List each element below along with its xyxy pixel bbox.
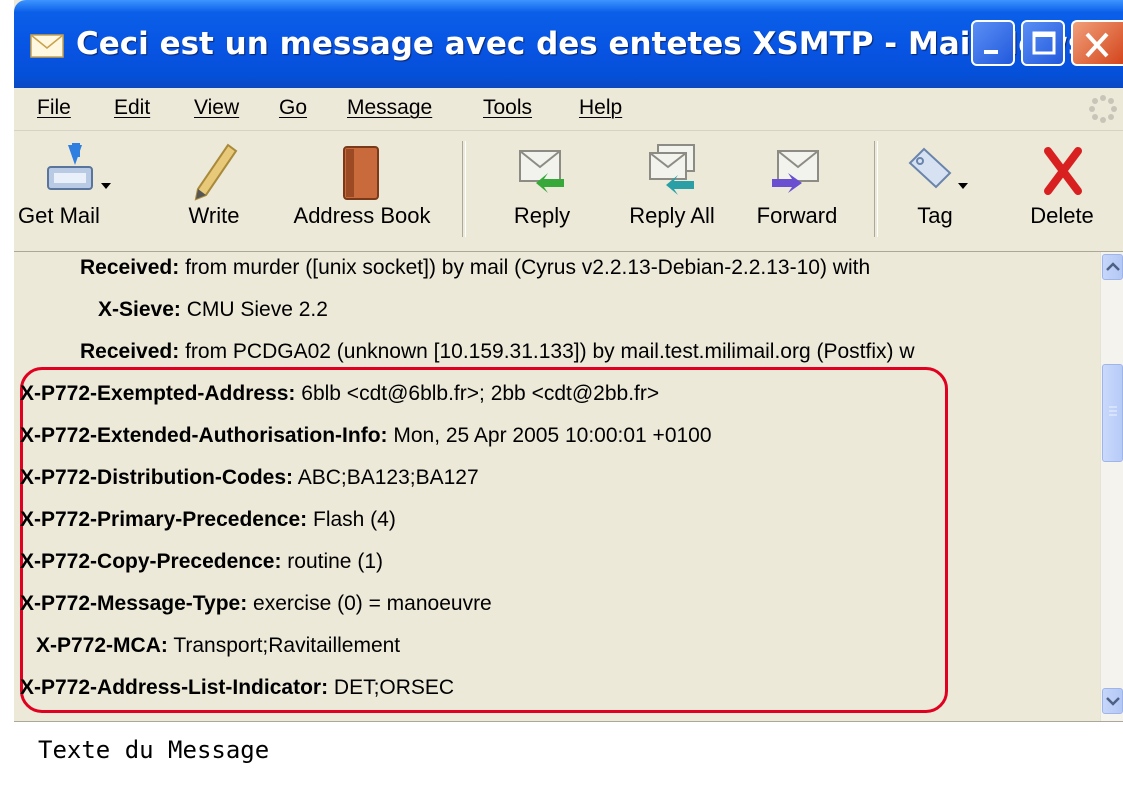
get-mail-icon	[47, 143, 93, 190]
delete-label: Delete	[1030, 203, 1094, 228]
reply-all-button[interactable]: Reply All	[612, 131, 732, 251]
header-value: routine (1)	[287, 550, 383, 573]
address-book-button[interactable]: Address Book	[282, 131, 442, 251]
headers-scrollbar[interactable]	[1100, 252, 1123, 721]
toolbar: Get Mail Write Address Book Reply Reply …	[14, 131, 1123, 252]
left-edge	[0, 0, 14, 785]
reply-button[interactable]: Reply	[492, 131, 592, 251]
header-value: Transport;Ravitaillement	[173, 634, 401, 657]
chevron-up-icon	[1106, 262, 1120, 271]
menu-tools[interactable]: Tools	[483, 96, 532, 120]
menu-edit[interactable]: Edit	[114, 96, 150, 120]
header-value: exercise (0) = manoeuvre	[253, 592, 492, 615]
pencil-icon	[194, 143, 238, 201]
grip-icon	[1109, 406, 1117, 416]
tag-button[interactable]: Tag	[890, 131, 980, 251]
delete-icon	[1044, 147, 1082, 195]
header-name: Received:	[80, 340, 180, 363]
mail-window: Ceci est un message avec des entetes XSM…	[14, 0, 1123, 785]
header-name: X-P772-Extended-Authorisation-Info:	[20, 424, 388, 447]
header-row: X-P772-Exempted-Address: 6blb <cdt@6blb.…	[20, 382, 659, 406]
scroll-thumb[interactable]	[1102, 364, 1123, 462]
maximize-icon	[1032, 31, 1056, 55]
forward-icon	[772, 150, 819, 193]
header-name: X-P772-Primary-Precedence:	[20, 508, 308, 531]
header-name: X-P772-Distribution-Codes:	[20, 466, 294, 489]
close-icon	[1085, 32, 1109, 58]
header-name: Received:	[80, 256, 180, 279]
header-value: from murder ([unix socket]) by mail (Cyr…	[185, 256, 871, 279]
chevron-down-icon	[1106, 697, 1120, 706]
envelope-icon	[30, 34, 64, 58]
header-row: X-P772-Extended-Authorisation-Info: Mon,…	[20, 424, 712, 448]
minimize-icon	[984, 50, 998, 54]
header-row: X-P772-Address-List-Indicator: DET;ORSEC	[20, 676, 454, 700]
menu-file[interactable]: File	[37, 96, 71, 120]
header-name: X-P772-MCA:	[36, 634, 168, 657]
window-title: Ceci est un message avec des entetes XSM…	[76, 26, 1087, 62]
header-value: from PCDGA02 (unknown [10.159.31.133]) b…	[185, 340, 915, 363]
message-headers: Received: from murder ([unix socket]) by…	[14, 252, 1100, 721]
tag-dropdown-icon[interactable]	[958, 183, 968, 189]
get-mail-button[interactable]: Get Mail	[14, 131, 124, 251]
header-name: X-P772-Address-List-Indicator:	[20, 676, 329, 699]
get-mail-label: Get Mail	[18, 203, 100, 228]
address-book-label: Address Book	[293, 203, 431, 228]
forward-label: Forward	[756, 203, 838, 228]
toolbar-separator	[874, 141, 878, 237]
header-value: CMU Sieve 2.2	[186, 298, 328, 321]
toolbar-separator	[462, 141, 466, 237]
header-row: X-Sieve: CMU Sieve 2.2	[98, 298, 328, 322]
header-row: X-P772-Primary-Precedence: Flash (4)	[20, 508, 396, 532]
delete-button[interactable]: Delete	[1012, 131, 1112, 251]
header-name: X-Sieve:	[98, 298, 181, 321]
address-book-icon	[343, 146, 379, 200]
forward-button[interactable]: Forward	[738, 131, 856, 251]
scroll-up-button[interactable]	[1102, 254, 1123, 280]
header-row: X-P772-Message-Type: exercise (0) = mano…	[20, 592, 492, 616]
header-row: X-P772-MCA: Transport;Ravitaillement	[36, 634, 400, 658]
menu-go[interactable]: Go	[279, 96, 307, 120]
header-name: X-P772-Message-Type:	[20, 592, 248, 615]
menu-help[interactable]: Help	[579, 96, 622, 120]
header-name: X-P772-Copy-Precedence:	[20, 550, 282, 573]
reply-label: Reply	[513, 203, 571, 228]
tag-label: Tag	[917, 203, 953, 228]
tag-icon	[908, 147, 952, 189]
menu-view[interactable]: View	[194, 96, 239, 120]
minimize-button[interactable]	[971, 20, 1015, 66]
close-button[interactable]	[1071, 20, 1123, 66]
write-button[interactable]: Write	[174, 131, 254, 251]
header-row: X-P772-Copy-Precedence: routine (1)	[20, 550, 383, 574]
header-name: X-P772-Exempted-Address:	[20, 382, 296, 405]
header-row: Received: from PCDGA02 (unknown [10.159.…	[80, 340, 915, 364]
menu-bar: File Edit View Go Message Tools Help	[14, 88, 1123, 131]
header-row: X-P772-Distribution-Codes: ABC;BA123;BA1…	[20, 466, 479, 490]
header-value: DET;ORSEC	[333, 676, 455, 699]
scroll-down-button[interactable]	[1102, 688, 1123, 714]
write-label: Write	[188, 203, 240, 228]
header-value: Mon, 25 Apr 2005 10:00:01 +0100	[393, 424, 712, 447]
header-row: Received: from murder ([unix socket]) by…	[80, 256, 870, 280]
message-body[interactable]: Texte du Message	[14, 721, 1123, 785]
maximize-button[interactable]	[1021, 20, 1065, 66]
get-mail-dropdown-icon[interactable]	[101, 183, 111, 189]
message-body-text: Texte du Message	[38, 736, 270, 764]
title-bar[interactable]: Ceci est un message avec des entetes XSM…	[14, 0, 1123, 88]
throbber-icon	[1089, 95, 1117, 123]
header-value: Flash (4)	[313, 508, 396, 531]
menu-message[interactable]: Message	[347, 96, 432, 120]
header-value: ABC;BA123;BA127	[297, 466, 479, 489]
header-value: 6blb <cdt@6blb.fr>; 2bb <cdt@2bb.fr>	[301, 382, 660, 405]
reply-icon	[519, 150, 564, 193]
highlight-box	[20, 367, 948, 713]
reply-all-icon	[649, 144, 695, 195]
reply-all-label: Reply All	[629, 203, 715, 228]
